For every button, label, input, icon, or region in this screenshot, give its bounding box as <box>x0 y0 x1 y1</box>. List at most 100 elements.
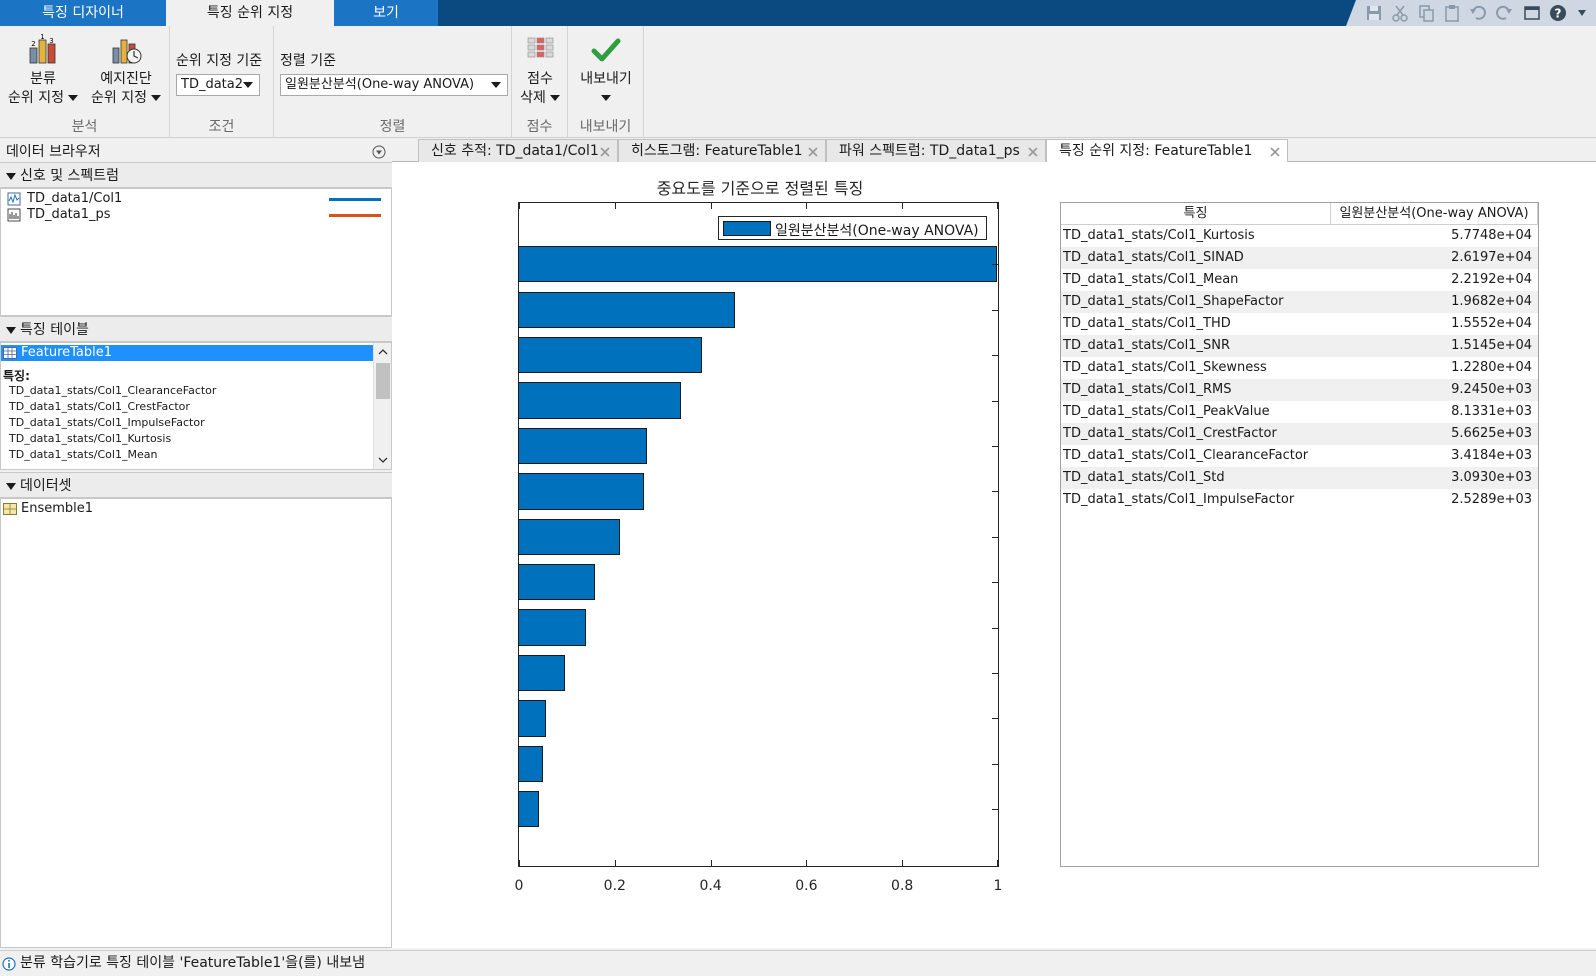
condition-group-label: 조건 <box>208 119 235 135</box>
paste-icon[interactable] <box>1442 3 1462 23</box>
table-row[interactable]: TD_data1_stats/Col1_RMS 9.2450e+03 <box>1061 379 1538 401</box>
window-layout-icon[interactable] <box>1522 3 1542 23</box>
y-tick <box>992 491 998 493</box>
column-header-anova[interactable]: 일원분산분석(One-way ANOVA) <box>1331 203 1538 225</box>
undo-icon[interactable] <box>1468 3 1488 23</box>
bar-7[interactable] <box>518 518 621 555</box>
delete-score-button[interactable]: 점수 삭제 <box>516 34 564 108</box>
tab-label: 히스토그램: FeatureTable1 <box>631 143 803 159</box>
data-browser-header: 데이터 브라우저 <box>0 140 392 164</box>
chevron-down-icon <box>243 82 253 88</box>
table-row[interactable]: TD_data1_stats/Col1_Std 3.0930e+03 <box>1061 467 1538 489</box>
bar-5[interactable] <box>518 427 648 465</box>
anova-score-cell: 9.2450e+03 <box>1451 382 1532 397</box>
table-row[interactable]: TD_data1_stats/Col1_PeakValue 8.1331e+03 <box>1061 401 1538 423</box>
bar-12[interactable] <box>518 745 543 782</box>
scrollbar-thumb[interactable] <box>376 363 390 399</box>
dataset-label: Ensemble1 <box>21 501 94 516</box>
prognostic-ranking-button[interactable]: 예지진단 순위 지정 <box>86 34 166 108</box>
feature-name-cell: TD_data1_stats/Col1_CrestFactor <box>1063 426 1277 441</box>
status-message: 분류 학습기로 특징 테이블 'FeatureTable1'을(를) 내보냄 <box>20 955 365 971</box>
classification-ranking-icon: 2 1 3 <box>29 34 56 64</box>
rank-by-dropdown[interactable]: TD_data2 <box>176 74 260 96</box>
x-tick <box>806 203 808 209</box>
table-row[interactable]: TD_data1_stats/Col1_ClearanceFactor 3.418… <box>1061 445 1538 467</box>
tab-feature-designer[interactable]: 특징 디자이너 <box>0 0 166 26</box>
main-tab-bar: 특징 디자이너 특징 순위 지정 보기 ? <box>0 0 1596 26</box>
bar-3[interactable] <box>518 336 702 374</box>
close-icon[interactable] <box>599 146 611 158</box>
sort-group: 정렬 기준 일원분산분석(One-way ANOVA) 정렬 <box>274 26 512 138</box>
bar-11[interactable] <box>518 700 546 737</box>
table-row[interactable]: TD_data1_stats/Col1_Skewness 1.2280e+04 <box>1061 357 1538 379</box>
bar-10[interactable] <box>518 654 565 692</box>
column-header-feature[interactable]: 특징 <box>1061 203 1331 225</box>
spectrum-color-swatch <box>329 214 381 217</box>
feature-table-item[interactable]: FeatureTable1 <box>1 345 373 361</box>
copy-icon[interactable] <box>1416 3 1436 23</box>
signal-item-td-data1-col1[interactable]: TD_data1/Col1 <box>1 191 391 207</box>
y-tick <box>992 309 998 311</box>
table-row[interactable]: TD_data1_stats/Col1_CrestFactor 5.6625e+0… <box>1061 423 1538 445</box>
signals-spectra-title: 신호 및 스펙트럼 <box>20 168 120 184</box>
close-icon[interactable] <box>1027 146 1039 158</box>
bar-6[interactable] <box>518 473 644 510</box>
y-tick <box>992 400 998 402</box>
redo-icon[interactable] <box>1494 3 1514 23</box>
feature-table-label: FeatureTable1 <box>21 345 113 360</box>
chart-legend[interactable]: 일원분산분석(One-way ANOVA) <box>718 216 987 240</box>
cut-icon[interactable] <box>1390 3 1410 23</box>
close-icon[interactable] <box>1269 146 1281 158</box>
tab-power-spectrum[interactable]: 파워 스펙트럼: TD_data1_ps <box>826 139 1046 163</box>
datasets-section-header[interactable]: 데이터셋 <box>0 472 392 498</box>
dataset-item[interactable]: Ensemble1 <box>1 501 391 517</box>
sort-by-dropdown[interactable]: 일원분산분석(One-way ANOVA) <box>280 74 508 96</box>
y-tick <box>992 355 998 357</box>
table-row[interactable]: TD_data1_stats/Col1_SNR 1.5145e+04 <box>1061 335 1538 357</box>
bar-1[interactable] <box>518 246 997 283</box>
signal-item-td-data1-ps[interactable]: TD_data1_ps <box>1 207 391 223</box>
panel-menu-icon[interactable] <box>372 145 386 159</box>
help-icon[interactable]: ? <box>1548 3 1568 23</box>
export-caret-row <box>572 89 640 108</box>
importance-bar-chart[interactable] <box>518 202 999 867</box>
y-tick <box>992 445 998 447</box>
table-icon <box>3 347 17 359</box>
bar-9[interactable] <box>518 609 586 646</box>
x-tick <box>902 860 904 866</box>
signals-spectra-section-header[interactable]: 신호 및 스펙트럼 <box>0 162 392 188</box>
table-row[interactable]: TD_data1_stats/Col1_Mean 2.2192e+04 <box>1061 269 1538 291</box>
tab-histogram[interactable]: 히스토그램: FeatureTable1 <box>618 139 826 163</box>
tab-view[interactable]: 보기 <box>334 0 438 26</box>
tab-feature-ranking[interactable]: 특징 순위 지정 <box>166 0 334 26</box>
table-row[interactable]: TD_data1_stats/Col1_Kurtosis 5.7748e+04 <box>1061 225 1538 247</box>
y-tick <box>992 627 998 629</box>
classification-ranking-label-1: 분류 <box>30 71 56 87</box>
feature-list-scrollbar[interactable] <box>373 343 391 469</box>
feature-tables-section-header[interactable]: 특징 테이블 <box>0 316 392 342</box>
save-icon[interactable] <box>1364 3 1384 23</box>
table-row[interactable]: TD_data1_stats/Col1_THD 1.5552e+04 <box>1061 313 1538 335</box>
export-button[interactable]: 내보내기 <box>572 34 640 108</box>
prognostic-ranking-icon <box>112 39 142 64</box>
bar-13[interactable] <box>518 791 540 828</box>
x-tick <box>519 203 520 209</box>
tab-signal-trace[interactable]: 신호 추적: TD_data1/Col1 <box>418 139 618 163</box>
table-row[interactable]: TD_data1_stats/Col1_ImpulseFactor 2.5289e… <box>1061 489 1538 511</box>
close-icon[interactable] <box>807 146 819 158</box>
bar-8[interactable] <box>518 564 595 601</box>
table-row[interactable]: TD_data1_stats/Col1_SINAD 2.6197e+04 <box>1061 247 1538 269</box>
bar-4[interactable] <box>518 382 682 419</box>
tab-feature-ranking-doc[interactable]: 특징 순위 지정: FeatureTable1 <box>1046 139 1288 163</box>
prognostic-ranking-label-row: 순위 지정 <box>86 89 166 108</box>
score-group-label: 점수 <box>526 119 553 135</box>
bar-2[interactable] <box>518 291 736 328</box>
classification-ranking-button[interactable]: 2 1 3 분류 순위 지정 <box>4 34 82 108</box>
feature-scores-table[interactable]: 특징 일원분산분석(One-way ANOVA) TD_data1_stats/… <box>1060 202 1539 867</box>
expand-menu-icon[interactable] <box>1572 3 1592 23</box>
scroll-down-icon[interactable] <box>378 455 388 465</box>
x-tick <box>519 860 520 866</box>
chevron-down-icon <box>549 95 560 101</box>
table-row[interactable]: TD_data1_stats/Col1_ShapeFactor 1.9682e+0… <box>1061 291 1538 313</box>
scroll-up-icon[interactable] <box>378 347 388 357</box>
